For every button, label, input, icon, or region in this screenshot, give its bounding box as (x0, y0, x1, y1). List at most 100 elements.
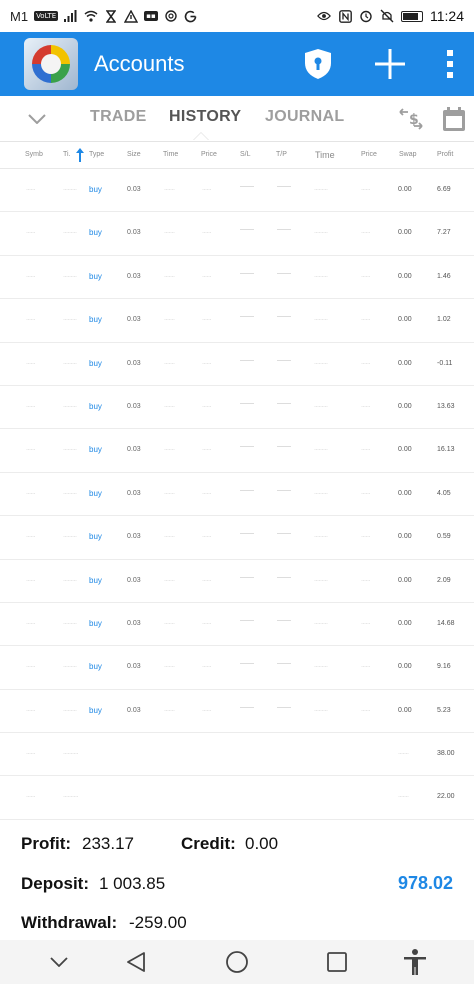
plus-icon (375, 49, 405, 79)
cell-close-price: ······ (361, 490, 371, 497)
credit-value: 0.00 (245, 834, 279, 853)
cell-swap: 0.00 (398, 359, 412, 367)
table-row[interactable]: ······ ········· buy 0.03 ······· ······… (0, 516, 474, 560)
status-time: 11:24 (430, 8, 464, 24)
cell-tp: —— (277, 313, 291, 321)
table-row[interactable]: ······ ········· buy 0.03 ······· ······… (0, 212, 474, 256)
cell-close-time: ········· (314, 664, 328, 671)
cell-size: 0.03 (127, 663, 141, 671)
table-row[interactable]: ······ ········· buy 0.03 ······· ······… (0, 386, 474, 430)
overflow-menu-button[interactable] (426, 32, 474, 96)
cell-profit: 5.23 (437, 706, 451, 714)
table-row[interactable]: ······ ········· buy 0.03 ······· ······… (0, 560, 474, 603)
withdrawal-label: Withdrawal: (21, 913, 118, 932)
cell-size: 0.03 (127, 229, 141, 237)
svg-text:$: $ (409, 112, 419, 128)
table-row[interactable]: ······ ········· buy 0.03 ······· ······… (0, 169, 474, 213)
cell-symbol: ······ (26, 403, 36, 410)
warning-icon (124, 9, 139, 23)
hourglass-icon (104, 9, 118, 23)
calendar-button[interactable] (439, 104, 469, 134)
table-row[interactable]: ······ ········· buy 0.03 ······· ······… (0, 603, 474, 647)
cell-type: buy (89, 228, 102, 238)
nav-hide-button[interactable] (44, 948, 74, 976)
cell-open-time: ······· (164, 534, 175, 541)
cell-swap: 0.00 (398, 489, 412, 497)
column-type[interactable]: Type (89, 151, 104, 158)
cell-close-price: ······ (361, 620, 371, 627)
metatrader-logo-icon (24, 38, 78, 90)
cell-close-time: ········· (314, 403, 328, 410)
cell-type: buy (89, 401, 102, 411)
column-profit[interactable]: Profit (437, 151, 453, 158)
tab-collapse-button[interactable] (26, 108, 48, 130)
back-triangle-icon (127, 952, 145, 972)
cell-symbol: ······ (26, 187, 36, 193)
cell-symbol: ······ (26, 447, 36, 454)
nav-back-button[interactable] (121, 948, 151, 976)
cell-open-price: ······ (202, 230, 212, 237)
table-row[interactable]: ······ ········· buy 0.03 ······· ······… (0, 646, 474, 690)
cell-close-time: ········· (314, 317, 328, 324)
cell-type: buy (89, 575, 102, 585)
notification-box-icon: ▪▪ (144, 11, 158, 21)
column-size[interactable]: Size (127, 151, 141, 158)
nav-recents-button[interactable] (322, 948, 352, 976)
cell-swap: 0.00 (398, 402, 412, 410)
cell-ticket: ········· (63, 273, 77, 280)
cell-size: 0.03 (127, 533, 141, 541)
profit-label: Profit: (21, 834, 72, 853)
table-row[interactable]: ······ ········· buy 0.03 ······· ······… (0, 429, 474, 473)
column-open-time[interactable]: Time (163, 151, 178, 158)
add-account-button[interactable] (354, 32, 426, 96)
table-row[interactable]: ······ ········· buy 0.03 ······· ······… (0, 299, 474, 343)
cell-profit: 7.27 (437, 229, 451, 237)
cell-close-price: ······ (361, 360, 371, 367)
table-row[interactable]: ······ ········· buy 0.03 ······· ······… (0, 473, 474, 517)
currency-exchange-button[interactable]: $ (396, 104, 426, 134)
cell-symbol: ······ (26, 273, 36, 280)
cell-tp: —— (277, 486, 291, 494)
tab-history[interactable]: HISTORY (169, 108, 241, 126)
carrier-label: M1 (10, 8, 29, 24)
column-tp[interactable]: T/P (276, 151, 287, 158)
settings-flower-icon (164, 9, 178, 23)
tab-trade[interactable]: TRADE (90, 108, 147, 126)
column-sl[interactable]: S/L (240, 151, 251, 158)
cell-close-time: ········· (314, 577, 328, 584)
column-symbol[interactable]: Symb (25, 151, 43, 158)
cell-open-time: ······· (164, 490, 175, 497)
cell-open-price: ······ (202, 187, 212, 193)
cell-close-price: ······ (361, 273, 371, 280)
cell-sl: —— (240, 660, 254, 668)
table-row[interactable]: ······ ·········· ······· 38.00 (0, 733, 474, 777)
table-row[interactable]: ······ ········· buy 0.03 ······· ······… (0, 690, 474, 734)
sort-ascending-icon[interactable] (75, 147, 85, 163)
column-close-time[interactable]: Time (315, 150, 335, 160)
nav-home-button[interactable] (222, 948, 252, 976)
cell-open-time: ······· (164, 447, 175, 454)
cell-type: buy (89, 271, 102, 281)
column-open-price[interactable]: Price (201, 151, 217, 158)
table-row[interactable]: ······ ········· buy 0.03 ······· ······… (0, 343, 474, 386)
cell-profit: 2.09 (437, 576, 451, 584)
table-row[interactable]: ······ ·········· ······· 22.00 (0, 776, 474, 820)
cell-symbol: ······ (26, 360, 36, 367)
column-swap[interactable]: Swap (399, 151, 417, 158)
cell-symbol: ······ (26, 707, 36, 714)
cell-close-time: ········· (314, 360, 328, 367)
cell-sl: —— (240, 703, 254, 711)
cell-size: 0.03 (127, 359, 141, 367)
mute-icon (380, 9, 394, 23)
nav-accessibility-button[interactable] (400, 948, 430, 976)
table-row[interactable]: ······ ········· buy 0.03 ······· ······… (0, 256, 474, 300)
tab-journal[interactable]: JOURNAL (265, 108, 344, 126)
cell-open-time: ······· (164, 577, 175, 584)
shield-lock-button[interactable] (282, 32, 354, 96)
profit-value: 233.17 (82, 834, 134, 853)
column-close-price[interactable]: Price (361, 151, 377, 158)
home-circle-icon (226, 951, 248, 973)
column-ticket[interactable]: Ti. (63, 151, 71, 158)
active-tab-indicator (193, 132, 209, 140)
cell-open-price: ······ (202, 360, 212, 367)
